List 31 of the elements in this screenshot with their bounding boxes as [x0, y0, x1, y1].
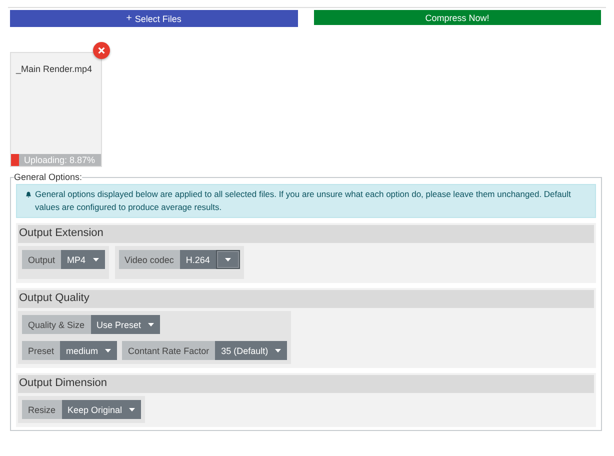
- caret-icon: [224, 258, 231, 262]
- option-label: Quality & Size: [22, 315, 91, 334]
- caret-icon: [92, 258, 99, 262]
- select-files-button[interactable]: + Select Files: [10, 10, 298, 27]
- close-button[interactable]: [93, 42, 110, 59]
- caret-icon: [148, 322, 154, 326]
- select-dropdown[interactable]: MP4: [61, 250, 105, 269]
- section-header: Output Quality: [18, 290, 594, 308]
- option-label: Output: [22, 250, 62, 269]
- option-label: Video codec: [118, 250, 180, 269]
- progress-text: Uploading: 8.87%: [23, 155, 96, 165]
- caret-icon: [105, 348, 112, 352]
- caret-icon: [275, 348, 282, 352]
- compress-button[interactable]: Compress Now!: [314, 10, 601, 25]
- option-label: Contant Rate Factor: [122, 341, 216, 360]
- alert-text: General options displayed below are applied to all selected files. If you are unsure what each option do, please leave them unchanged. Default values are configured to produce average results.: [35, 188, 572, 214]
- select-dropdown[interactable]: Use Preset: [90, 315, 160, 334]
- caret-button[interactable]: [216, 250, 240, 269]
- options-legend: General Options:: [14, 172, 82, 182]
- file-name: _Main Render.mp4: [15, 63, 94, 74]
- section-header: Output Extension: [18, 225, 594, 243]
- caret-icon: [129, 408, 136, 412]
- bell-icon: [25, 191, 32, 198]
- section-header: Output Dimension: [18, 375, 594, 393]
- option-label: Resize: [22, 400, 62, 419]
- select-dropdown[interactable]: 35 (Default): [215, 341, 288, 360]
- select-dropdown[interactable]: medium: [60, 341, 118, 360]
- close-icon: [97, 46, 106, 55]
- option-label: Preset: [22, 341, 60, 360]
- select-dropdown[interactable]: H.264: [180, 250, 216, 269]
- select-dropdown[interactable]: Keep Original: [62, 400, 142, 419]
